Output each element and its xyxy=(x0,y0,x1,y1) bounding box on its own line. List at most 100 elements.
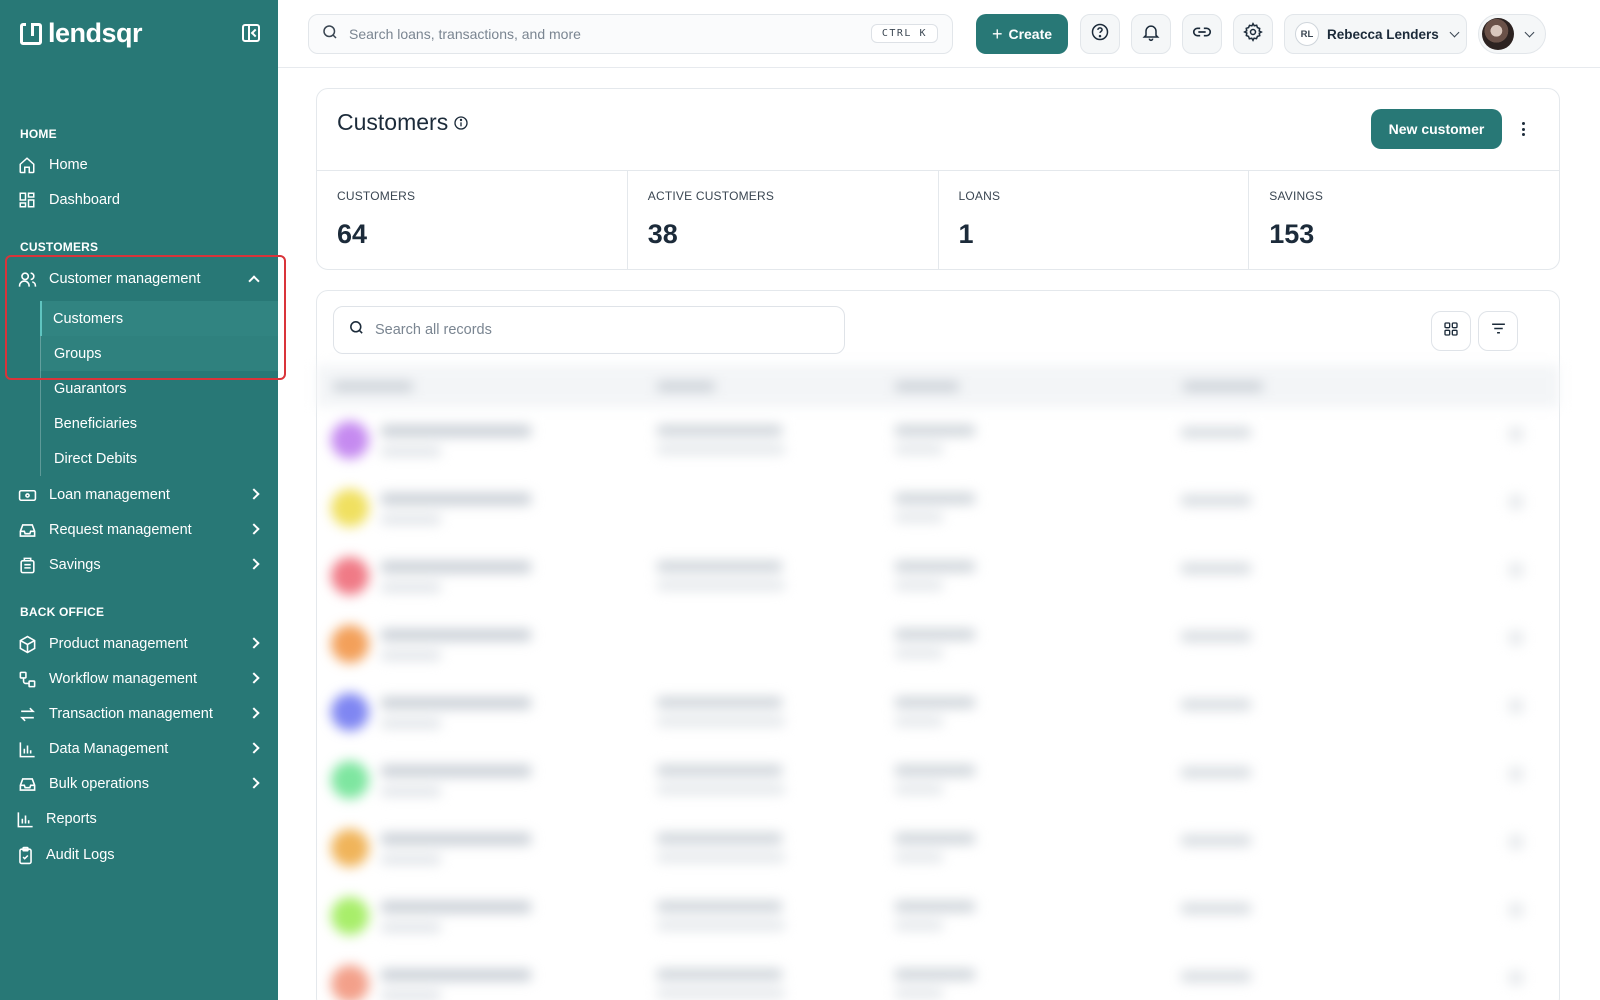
table-header xyxy=(317,365,1559,407)
filter-button[interactable] xyxy=(1478,311,1518,351)
sidebar-item-label: Workflow management xyxy=(49,671,198,687)
global-search-input[interactable] xyxy=(349,26,849,42)
sidebar-item-label: Loan management xyxy=(49,487,170,503)
sidebar-item-home[interactable]: Home xyxy=(0,148,278,182)
new-customer-button[interactable]: New customer xyxy=(1371,109,1502,149)
workflow-icon xyxy=(17,669,37,689)
chevron-right-icon xyxy=(248,637,260,649)
column-header-placeholder xyxy=(895,381,959,391)
settings-button[interactable] xyxy=(1233,14,1273,54)
sidebar-item-label: Savings xyxy=(49,557,101,573)
search-icon xyxy=(321,23,339,46)
box-icon xyxy=(17,634,37,654)
sidebar-item-label: Reports xyxy=(46,811,97,827)
section-label-home: HOME xyxy=(20,127,57,141)
cell-placeholder xyxy=(1509,835,1523,849)
cell-placeholder xyxy=(895,765,975,776)
grid-icon xyxy=(17,190,37,210)
organization-switcher[interactable]: RL Rebecca Lenders xyxy=(1284,14,1467,54)
table-row[interactable] xyxy=(317,611,1559,679)
collapse-sidebar-icon[interactable] xyxy=(242,24,260,42)
table-row[interactable] xyxy=(317,407,1559,475)
cell-placeholder xyxy=(657,765,782,776)
sidebar-item-data-management[interactable]: Data Management xyxy=(0,732,278,766)
plus-icon: + xyxy=(991,24,1003,44)
cell-placeholder xyxy=(381,765,531,777)
cell-placeholder xyxy=(381,855,441,864)
sidebar-subitem-label: Beneficiaries xyxy=(54,415,138,432)
sidebar-item-transaction-management[interactable]: Transaction management xyxy=(0,697,278,731)
create-button[interactable]: + Create xyxy=(976,14,1068,54)
cell-placeholder xyxy=(895,629,975,640)
help-icon xyxy=(1090,22,1110,47)
cell-placeholder xyxy=(1181,699,1251,710)
avatar xyxy=(331,761,369,799)
records-search[interactable] xyxy=(333,306,845,354)
sidebar-item-audit-logs[interactable]: Audit Logs xyxy=(0,838,278,872)
cell-placeholder xyxy=(657,901,782,912)
brand-logo[interactable]: lendsqr xyxy=(20,18,143,49)
sidebar-subitem-direct-debits[interactable]: Direct Debits xyxy=(40,441,278,476)
table-row[interactable] xyxy=(317,747,1559,815)
cell-placeholder xyxy=(1181,631,1251,642)
cell-placeholder xyxy=(657,425,782,436)
cell-placeholder xyxy=(895,901,975,912)
cell-placeholder xyxy=(381,447,441,456)
help-button[interactable] xyxy=(1080,14,1120,54)
logo-icon xyxy=(20,22,42,45)
cell-placeholder xyxy=(1509,563,1523,577)
sidebar-item-loan-management[interactable]: Loan management xyxy=(0,478,278,512)
section-label-customers: CUSTOMERS xyxy=(20,240,99,254)
avatar xyxy=(331,965,369,1000)
avatar xyxy=(331,897,369,935)
global-search[interactable]: CTRL K xyxy=(308,14,953,54)
sidebar-item-dashboard[interactable]: Dashboard xyxy=(0,183,278,217)
stat-value: 38 xyxy=(647,219,678,249)
grid-view-button[interactable] xyxy=(1431,311,1471,351)
cell-placeholder xyxy=(381,969,531,981)
profile-menu-button[interactable] xyxy=(1478,14,1546,54)
table-row[interactable] xyxy=(317,951,1559,1000)
cell-placeholder xyxy=(381,923,441,932)
sidebar-item-label: Product management xyxy=(49,636,188,652)
avatar xyxy=(331,625,369,663)
table-row[interactable] xyxy=(317,679,1559,747)
cell-placeholder xyxy=(895,513,943,522)
sidebar-item-workflow-management[interactable]: Workflow management xyxy=(0,662,278,696)
cell-placeholder xyxy=(381,493,531,505)
bar-chart-icon xyxy=(17,739,37,759)
cell-placeholder xyxy=(657,989,785,998)
stat-label: LOANS xyxy=(958,189,1001,203)
column-header-placeholder xyxy=(1183,381,1263,391)
records-search-input[interactable] xyxy=(375,322,815,338)
table-row[interactable] xyxy=(317,543,1559,611)
cell-placeholder xyxy=(657,785,785,794)
sidebar-item-request-management[interactable]: Request management xyxy=(0,513,278,547)
sidebar-item-savings[interactable]: Savings xyxy=(0,548,278,582)
bell-icon xyxy=(1141,22,1161,47)
cell-placeholder xyxy=(1509,699,1523,713)
cell-placeholder xyxy=(657,445,785,454)
cell-placeholder xyxy=(381,833,531,845)
table-row[interactable] xyxy=(317,475,1559,543)
sidebar-item-bulk-operations[interactable]: Bulk operations xyxy=(0,767,278,801)
cell-placeholder xyxy=(381,425,531,437)
table-row[interactable] xyxy=(317,815,1559,883)
notifications-button[interactable] xyxy=(1131,14,1171,54)
stat-customers: CUSTOMERS 64 xyxy=(317,171,628,269)
table-row[interactable] xyxy=(317,883,1559,951)
sidebar-item-product-management[interactable]: Product management xyxy=(0,627,278,661)
more-options-icon[interactable] xyxy=(1513,117,1533,141)
cell-placeholder xyxy=(895,493,975,504)
cell-placeholder xyxy=(1181,495,1251,506)
info-icon[interactable] xyxy=(453,115,469,136)
sidebar-subitem-label: Guarantors xyxy=(54,380,127,397)
sidebar-item-reports[interactable]: Reports xyxy=(0,802,278,836)
stat-label: CUSTOMERS xyxy=(337,189,416,203)
cell-placeholder xyxy=(895,853,943,862)
sidebar-subitem-beneficiaries[interactable]: Beneficiaries xyxy=(40,406,278,441)
cell-placeholder xyxy=(381,901,531,913)
links-button[interactable] xyxy=(1182,14,1222,54)
chevron-down-icon xyxy=(1524,27,1535,37)
cell-placeholder xyxy=(1181,835,1251,846)
